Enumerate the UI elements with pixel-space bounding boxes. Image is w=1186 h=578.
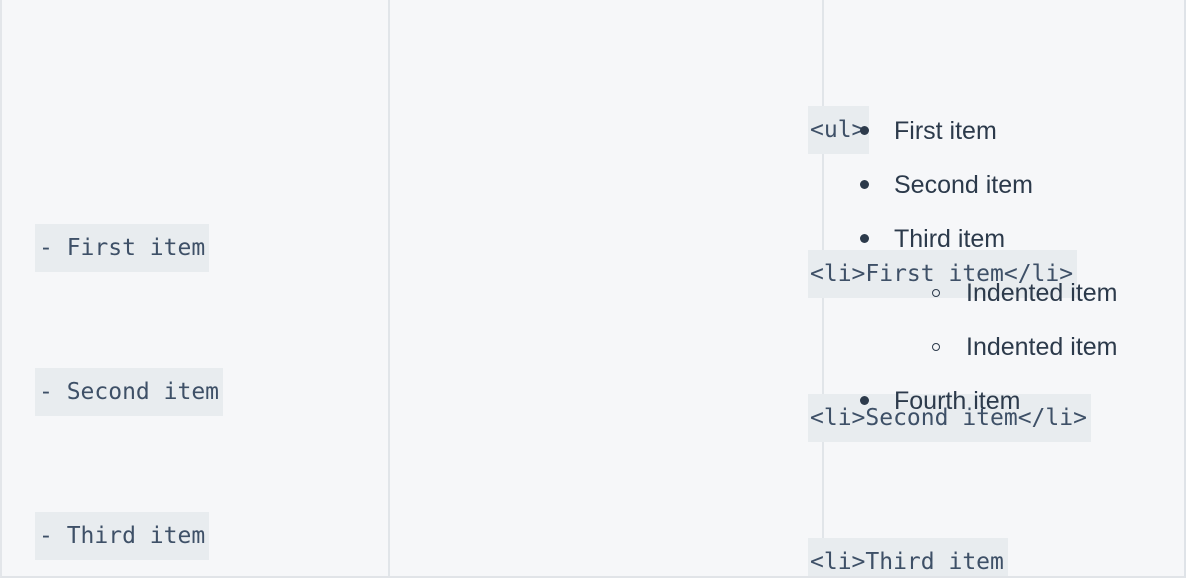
- list-item: Indented item: [930, 266, 1174, 320]
- bullet-circle-icon: [932, 320, 940, 374]
- list-item-label: First item: [894, 117, 997, 145]
- markdown-line-text: - First item: [35, 224, 210, 272]
- bullet-disc-icon: [860, 104, 869, 158]
- markdown-line: - Third item: [35, 512, 315, 560]
- comparison-columns: - First item - Second item - Third item …: [2, 0, 1184, 576]
- rendered-output-column: First item Second item Third item Indent…: [824, 0, 1184, 576]
- list-item-label: Second item: [894, 171, 1033, 199]
- list-item-label: Indented item: [966, 333, 1118, 361]
- bullet-disc-icon: [860, 374, 869, 428]
- markdown-line-text: - Third item: [35, 512, 210, 560]
- list-item: First item: [854, 104, 1174, 158]
- list-item-label: Third item: [894, 225, 1006, 253]
- bullet-circle-icon: [932, 266, 940, 320]
- bullet-disc-icon: [860, 212, 869, 266]
- list-item: Indented item: [930, 320, 1174, 374]
- list-item: Third item Indented item Indented item: [854, 212, 1174, 374]
- html-source-column: <ul> <li>First item</li> <li>Second item…: [388, 0, 1091, 576]
- markdown-source-column: - First item - Second item - Third item …: [2, 0, 388, 576]
- syntax-comparison-panel: - First item - Second item - Third item …: [0, 0, 1186, 578]
- nested-list: Indented item Indented item: [894, 266, 1174, 374]
- list-item: Fourth item: [854, 374, 1174, 428]
- rendered-list: First item Second item Third item Indent…: [854, 104, 1174, 428]
- markdown-line: - First item: [35, 224, 315, 272]
- list-item-label: Fourth item: [894, 387, 1021, 415]
- list-item-label: Indented item: [966, 279, 1118, 307]
- markdown-line: - Second item: [35, 368, 315, 416]
- list-item: Second item: [854, 158, 1174, 212]
- rendered-output: First item Second item Third item Indent…: [854, 104, 1174, 428]
- markdown-code-block: - First item - Second item - Third item …: [35, 128, 315, 576]
- bullet-disc-icon: [860, 158, 869, 212]
- markdown-line-text: - Second item: [35, 368, 224, 416]
